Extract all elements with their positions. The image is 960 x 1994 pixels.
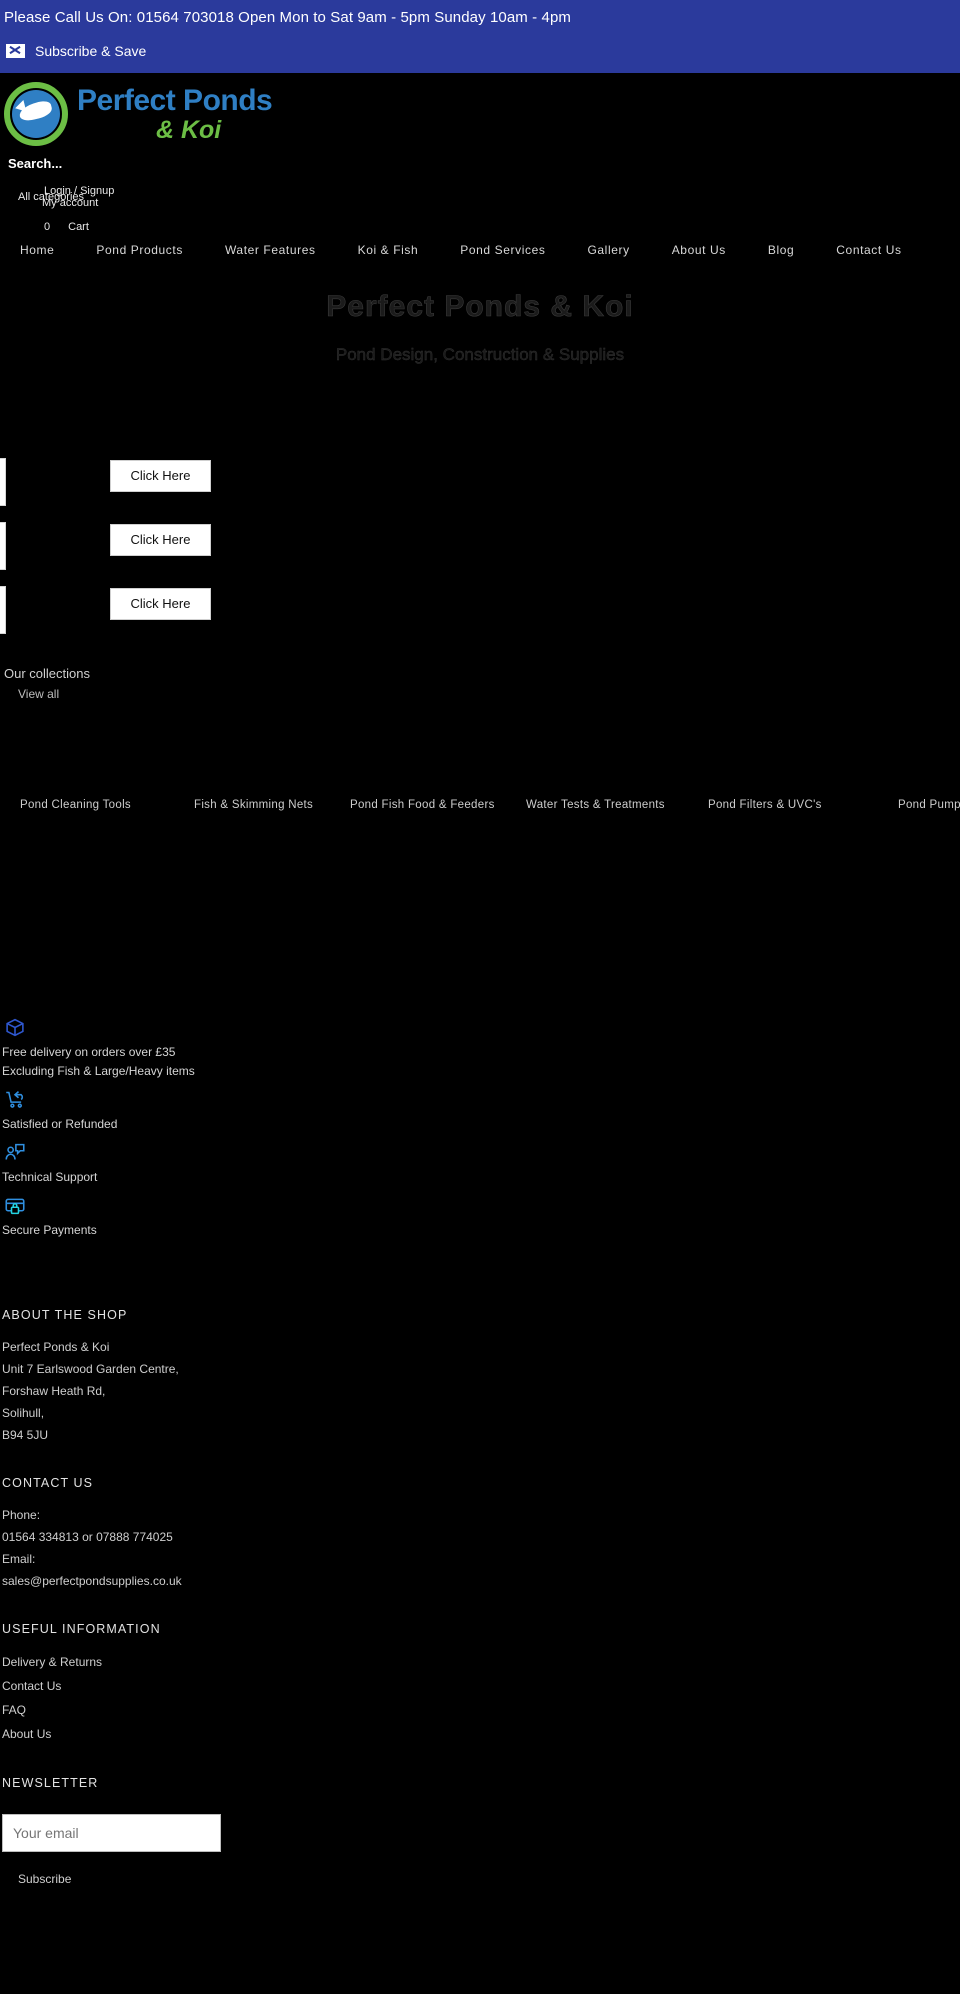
footer-link-faq[interactable]: FAQ [2,1698,960,1722]
feature-secure-payments: Secure Payments [2,1195,960,1238]
footer-contact-heading: CONTACT US [2,1476,94,1490]
search-placeholder: Search... [8,156,63,171]
feature-free-delivery-text: Free delivery on orders over £35 [2,1045,176,1059]
nav-item-home[interactable]: Home [20,243,54,257]
hero-title: Perfect Ponds & Koi [326,290,634,324]
footer-phone-value[interactable]: 01564 334813 or 07888 774025 [2,1526,960,1548]
category-item-pond-cleaning-tools[interactable]: Pond Cleaning Tools [20,799,131,811]
slider-cta-area: Click Here Click Here Click Here [0,450,960,665]
nav-item-water-features[interactable]: Water Features [225,243,316,257]
subscribe-save-label: Subscribe & Save [35,43,147,59]
slide-thumbnail-3[interactable] [0,586,6,634]
koi-logo-icon [4,82,68,146]
footer-about-line-5: B94 5JU [2,1428,49,1442]
collections-section: Our collections View all Pond Cleaning T… [0,665,960,999]
footer-link-about-us[interactable]: About Us [2,1722,960,1746]
cart-label: Cart [68,221,89,233]
newsletter-subscribe-button[interactable]: Subscribe [18,1872,71,1886]
newsletter-email-input[interactable] [2,1814,221,1852]
collections-view-all-link[interactable]: View all [2,685,960,703]
secure-card-icon [4,1195,960,1221]
footer-link-contact-us[interactable]: Contact Us [2,1674,960,1698]
site-footer: ABOUT THE SHOP Perfect Ponds & Koi Unit … [0,1248,960,1994]
nav-item-blog[interactable]: Blog [768,243,794,257]
cart-link[interactable]: 0 Cart [44,221,89,234]
my-account-link[interactable]: My account [42,197,98,210]
nav-item-about-us[interactable]: About Us [672,243,726,257]
envelope-icon [6,44,25,58]
category-item-pond-filters-and-uvcs[interactable]: Pond Filters & UVC's [708,799,822,811]
slide-thumbnail-1[interactable] [0,458,6,506]
footer-newsletter-block: NEWSLETTER Subscribe [2,1776,960,1886]
footer-about-line-4: Solihull, [2,1406,45,1420]
feature-free-delivery-subtext: Excluding Fish & Large/Heavy items [2,1064,195,1078]
announcement-message: Please Call Us On: 01564 703018 Open Mon… [4,9,571,26]
feature-technical-support: Technical Support [2,1142,960,1185]
nav-item-pond-products[interactable]: Pond Products [96,243,183,257]
search-input[interactable]: Search... [0,151,960,173]
footer-link-delivery-and-returns[interactable]: Delivery & Returns [2,1650,960,1674]
hero-subtitle: Pond Design, Construction & Supplies [335,345,625,364]
footer-about-line-1: Perfect Ponds & Koi [2,1340,110,1354]
account-cluster: All categories Login / Signup My account… [0,179,960,237]
hero-banner: Perfect Ponds & Koi Pond Design, Constru… [0,265,960,450]
nav-item-pond-services[interactable]: Pond Services [460,243,545,257]
category-item-pond-pumps[interactable]: Pond Pumps [898,799,960,811]
footer-about-block: ABOUT THE SHOP Perfect Ponds & Koi Unit … [2,1308,960,1446]
feature-technical-support-text: Technical Support [2,1170,98,1184]
feature-satisfied-or-refunded-text: Satisfied or Refunded [2,1117,118,1131]
logo-text: Perfect Ponds & Koi [77,82,273,145]
footer-newsletter-heading: NEWSLETTER [2,1776,99,1790]
site-header: Perfect Ponds & Koi Search... All catego… [0,73,960,265]
footer-useful-heading: USEFUL INFORMATION [2,1622,161,1636]
nav-item-contact-us[interactable]: Contact Us [836,243,901,257]
footer-about-heading: ABOUT THE SHOP [2,1308,128,1322]
feature-free-delivery: Free delivery on orders over £35 Excludi… [2,1017,960,1079]
footer-about-line-3: Forshaw Heath Rd, [2,1384,106,1398]
footer-contact-block: CONTACT US Phone: 01564 334813 or 07888 … [2,1476,960,1592]
cart-count: 0 [44,221,51,233]
category-strip: Pond Cleaning Tools Fish & Skimming Nets… [2,799,960,999]
main-navigation: Home Pond Products Water Features Koi & … [0,237,960,265]
nav-item-koi-and-fish[interactable]: Koi & Fish [358,243,419,257]
collections-heading: Our collections [4,666,90,681]
footer-about-line-2: Unit 7 Earlswood Garden Centre, [2,1362,179,1376]
click-here-button-3[interactable]: Click Here [110,588,211,620]
slide-thumbnail-2[interactable] [0,522,6,570]
footer-useful-information-block: USEFUL INFORMATION Delivery & Returns Co… [2,1622,960,1746]
click-here-button-2[interactable]: Click Here [110,524,211,556]
category-item-water-tests-and-treatments[interactable]: Water Tests & Treatments [526,799,665,811]
footer-email-value[interactable]: sales@perfectpondsupplies.co.uk [2,1570,960,1592]
return-cart-icon [4,1089,960,1115]
nav-item-gallery[interactable]: Gallery [587,243,629,257]
box-icon [4,1017,960,1043]
logo-line-1: Perfect Ponds [77,84,273,117]
feature-badges: Free delivery on orders over £35 Excludi… [0,999,960,1238]
announcement-bar: Please Call Us On: 01564 703018 Open Mon… [0,0,960,73]
category-item-fish-and-skimming-nets[interactable]: Fish & Skimming Nets [194,799,313,811]
footer-phone-label: Phone: [2,1508,41,1522]
logo[interactable]: Perfect Ponds & Koi [0,73,960,151]
support-chat-icon [4,1142,960,1168]
category-item-pond-fish-food-and-feeders[interactable]: Pond Fish Food & Feeders [350,799,495,811]
feature-secure-payments-text: Secure Payments [2,1223,97,1237]
feature-satisfied-or-refunded: Satisfied or Refunded [2,1089,960,1132]
footer-email-label: Email: [2,1552,36,1566]
subscribe-save-link[interactable]: Subscribe & Save [0,27,960,73]
click-here-button-1[interactable]: Click Here [110,460,211,492]
logo-line-2: & Koi [155,116,222,144]
